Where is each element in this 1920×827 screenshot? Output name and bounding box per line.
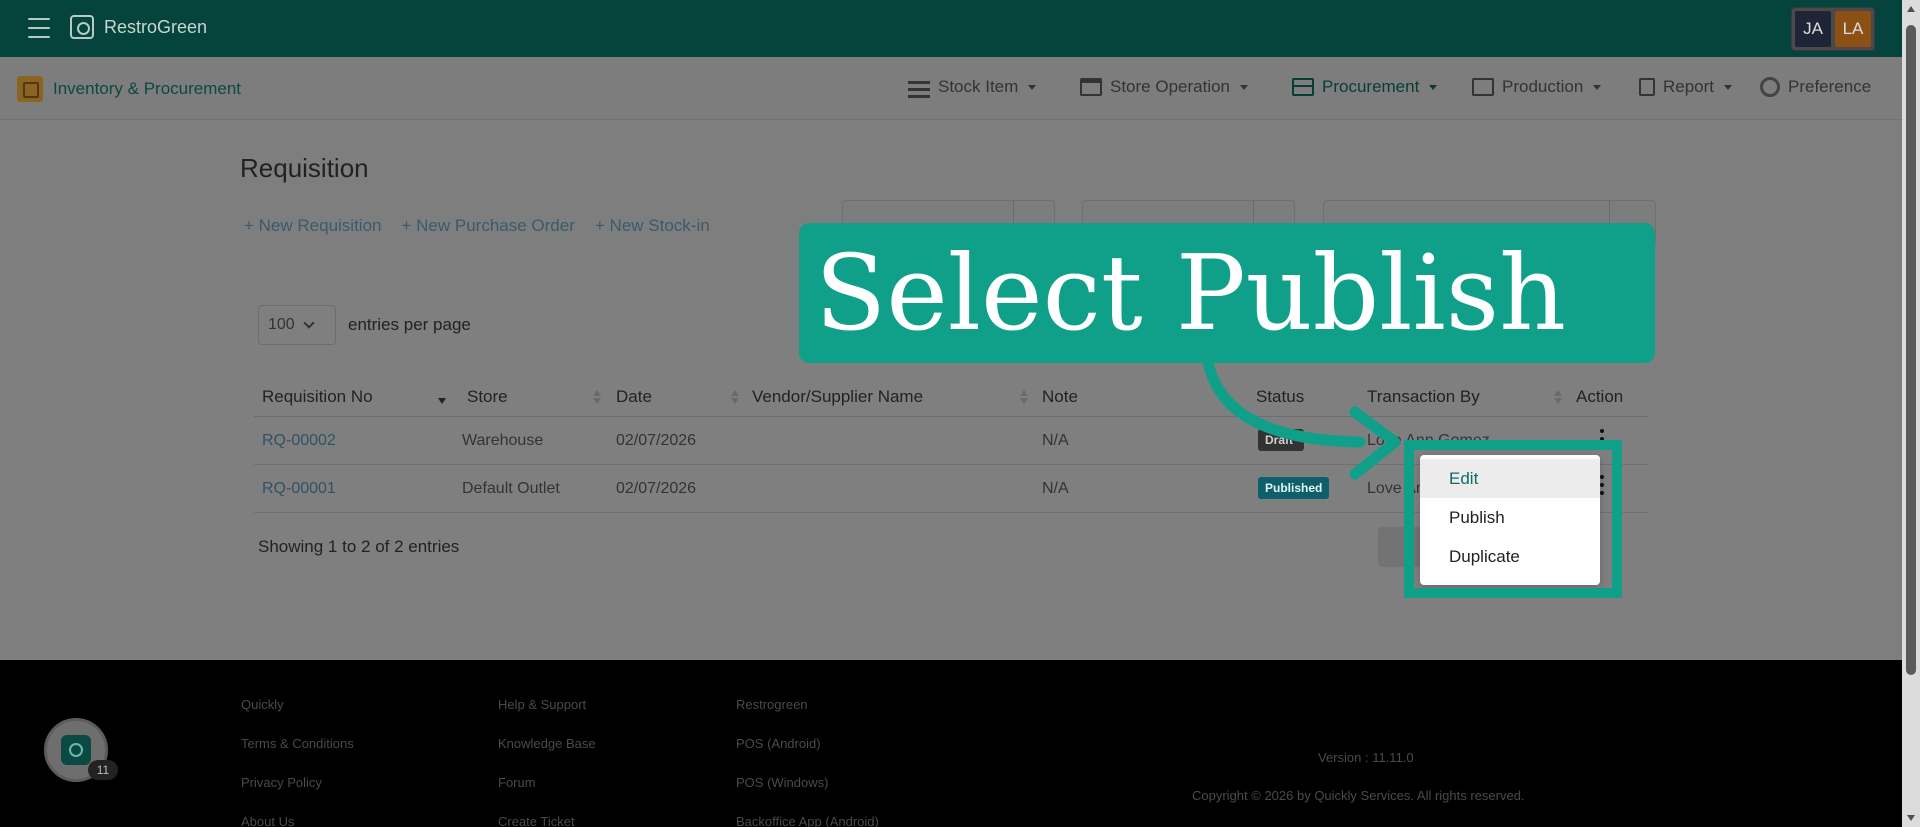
footer-link[interactable]: POS (Android) bbox=[736, 734, 879, 754]
nav-store-operation[interactable]: Store Operation bbox=[1080, 77, 1249, 97]
sort-icon[interactable] bbox=[1554, 390, 1562, 404]
footer-column: Help & Support Knowledge Base Forum Crea… bbox=[498, 695, 596, 827]
caret-down-icon bbox=[1240, 84, 1249, 90]
column-header[interactable]: Store bbox=[467, 387, 508, 407]
top-navbar: RestroGreen JA LA bbox=[0, 0, 1902, 57]
avatar[interactable]: LA bbox=[1835, 11, 1871, 47]
footer-link[interactable]: Create Ticket bbox=[498, 812, 596, 827]
module-nav: Stock Item Store Operation Procurement P… bbox=[0, 77, 1902, 101]
date-cell: 02/07/2026 bbox=[616, 480, 697, 497]
footer-column: Quickly Terms & Conditions Privacy Polic… bbox=[241, 695, 354, 827]
nav-procurement[interactable]: Procurement bbox=[1292, 77, 1438, 97]
chevron-down-icon bbox=[303, 317, 315, 329]
sort-icon[interactable] bbox=[593, 390, 601, 404]
column-header[interactable]: Requisition No bbox=[262, 387, 373, 407]
entries-label: entries per page bbox=[348, 315, 471, 334]
sort-icon[interactable] bbox=[1020, 390, 1028, 404]
footer-link[interactable]: Restrogreen bbox=[736, 695, 879, 715]
sort-desc-icon[interactable] bbox=[438, 390, 446, 404]
brand-name: RestroGreen bbox=[104, 16, 208, 37]
table-header: Requisition No Store Date Vendor/Supplie… bbox=[254, 377, 1648, 417]
caret-down-icon bbox=[1593, 84, 1602, 90]
brand[interactable]: RestroGreen bbox=[70, 15, 207, 39]
showing-entries: Showing 1 to 2 of 2 entries bbox=[258, 537, 460, 556]
copyright-text: Copyright © 2026 by Quickly Services. Al… bbox=[1192, 788, 1525, 803]
column-header[interactable]: Status bbox=[1256, 387, 1304, 407]
footer-link[interactable]: About Us bbox=[241, 812, 354, 827]
avatar[interactable]: JA bbox=[1795, 11, 1831, 47]
nav-label: Stock Item bbox=[938, 77, 1019, 96]
column-header[interactable]: Vendor/Supplier Name bbox=[752, 387, 923, 407]
new-purchase-order-link[interactable]: + New Purchase Order bbox=[402, 216, 575, 236]
clipboard-icon bbox=[1639, 78, 1655, 96]
highlight-frame bbox=[1404, 440, 1622, 598]
status-badge: Published bbox=[1258, 477, 1330, 499]
new-stock-in-link[interactable]: + New Stock-in bbox=[595, 216, 710, 236]
page-scrollbar[interactable] bbox=[1902, 0, 1920, 827]
entries-select[interactable]: 100 bbox=[258, 305, 336, 345]
user-avatars[interactable]: JA LA bbox=[1791, 7, 1875, 51]
footer-link[interactable]: POS (Windows) bbox=[736, 773, 879, 793]
instruction-text: Select Publish bbox=[815, 232, 1567, 354]
footer-link[interactable]: Knowledge Base bbox=[498, 734, 596, 754]
footer-column: Restrogreen POS (Android) POS (Windows) … bbox=[736, 695, 879, 827]
note-cell: N/A bbox=[1042, 480, 1069, 497]
footer: Quickly Terms & Conditions Privacy Polic… bbox=[0, 660, 1902, 827]
hamburger-menu-icon[interactable] bbox=[28, 18, 50, 38]
gear-icon bbox=[1760, 77, 1780, 97]
nav-label: Production bbox=[1502, 77, 1584, 96]
page-title: Requisition bbox=[240, 153, 369, 183]
nav-report[interactable]: Report bbox=[1639, 77, 1733, 97]
scrollbar-thumb[interactable] bbox=[1906, 25, 1916, 675]
store-cell: Warehouse bbox=[462, 432, 544, 449]
module-bar: Inventory & Procurement Stock Item Store… bbox=[0, 57, 1902, 120]
nav-label: Procurement bbox=[1322, 77, 1420, 96]
column-header[interactable]: Transaction By bbox=[1367, 387, 1480, 407]
entries-value: 100 bbox=[268, 316, 295, 333]
entries-per-page: 100 entries per page bbox=[258, 305, 471, 345]
page-actions: + New Requisition + New Purchase Order +… bbox=[244, 216, 710, 236]
date-cell: 02/07/2026 bbox=[616, 432, 697, 449]
nav-label: Report bbox=[1663, 77, 1715, 96]
store-cell: Default Outlet bbox=[462, 480, 560, 497]
requisition-no-link[interactable]: RQ-00001 bbox=[262, 480, 336, 498]
column-header: Action bbox=[1576, 387, 1624, 406]
new-requisition-link[interactable]: + New Requisition bbox=[244, 216, 382, 236]
scroll-down-arrow-icon[interactable] bbox=[1907, 815, 1915, 821]
caret-down-icon bbox=[1028, 84, 1037, 90]
list-icon bbox=[908, 78, 930, 96]
procurement-icon bbox=[1292, 78, 1314, 96]
footer-link[interactable]: Terms & Conditions bbox=[241, 734, 354, 754]
footer-link[interactable]: Help & Support bbox=[498, 695, 596, 715]
instruction-callout: Select Publish bbox=[799, 223, 1655, 363]
sort-icon[interactable] bbox=[731, 390, 739, 404]
nav-production[interactable]: Production bbox=[1472, 77, 1602, 97]
nav-label: Store Operation bbox=[1110, 77, 1231, 96]
footer-link[interactable]: Forum bbox=[498, 773, 596, 793]
nav-label: Preference bbox=[1788, 77, 1872, 96]
production-icon bbox=[1472, 78, 1494, 96]
restrogreen-logo-icon bbox=[70, 15, 94, 39]
column-header[interactable]: Note bbox=[1042, 387, 1078, 407]
caret-down-icon bbox=[1429, 84, 1438, 90]
chat-icon bbox=[61, 735, 91, 765]
version-text: Version : 11.11.0 bbox=[1318, 750, 1414, 765]
nav-preference[interactable]: Preference bbox=[1760, 77, 1871, 97]
footer-link[interactable]: Privacy Policy bbox=[241, 773, 354, 793]
store-icon bbox=[1080, 78, 1102, 96]
column-header[interactable]: Date bbox=[616, 387, 652, 407]
scroll-up-arrow-icon[interactable] bbox=[1907, 6, 1915, 12]
status-badge: Draft bbox=[1258, 429, 1304, 451]
note-cell: N/A bbox=[1042, 432, 1069, 449]
caret-down-icon bbox=[1724, 84, 1733, 90]
nav-stock-item[interactable]: Stock Item bbox=[908, 77, 1037, 97]
requisition-no-link[interactable]: RQ-00002 bbox=[262, 432, 336, 450]
footer-link[interactable]: Quickly bbox=[241, 695, 354, 715]
notification-count-badge: 11 bbox=[88, 760, 118, 780]
footer-link[interactable]: Backoffice App (Android) bbox=[736, 812, 879, 827]
